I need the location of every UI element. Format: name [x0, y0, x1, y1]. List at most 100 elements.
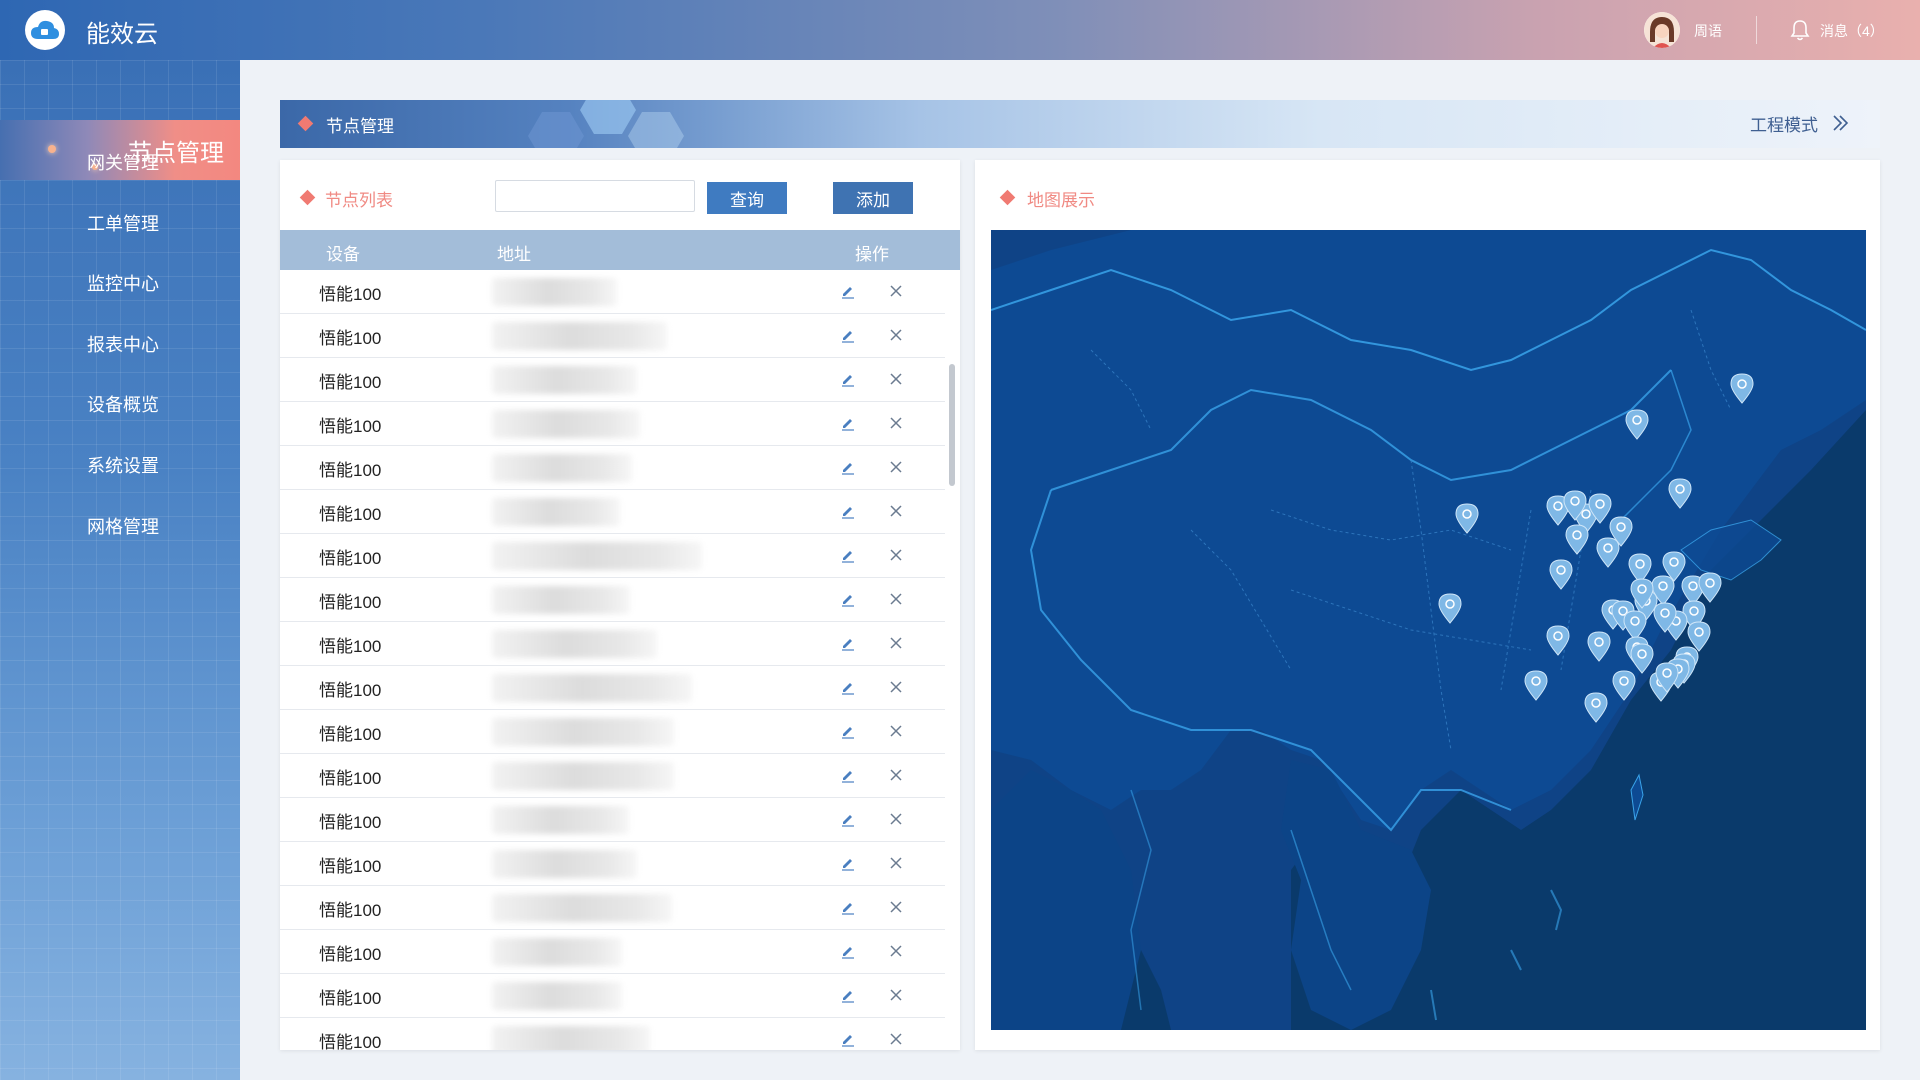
address-cell — [492, 366, 637, 394]
close-icon[interactable] — [890, 725, 902, 737]
close-icon[interactable] — [890, 285, 902, 297]
messages-link[interactable]: 消息（4） — [1820, 21, 1884, 41]
hex-decoration — [628, 112, 684, 148]
device-cell: 悟能100 — [319, 1033, 382, 1050]
sidebar-item-monitor[interactable]: 监控中心 — [87, 270, 159, 296]
pencil-icon[interactable] — [840, 723, 856, 739]
table-row: 悟能100 — [280, 886, 945, 930]
table-row: 悟能100 — [280, 710, 945, 754]
map-view[interactable] — [991, 230, 1866, 1030]
top-bar: 能效云 周语 消息（4） — [0, 0, 1920, 60]
page-title: 节点管理 — [326, 117, 394, 136]
table-row: 悟能100 — [280, 754, 945, 798]
sidebar: 节点管理 网关管理 工单管理 监控中心 报表中心 设备概览 系统设置 网格管理 — [0, 60, 240, 1080]
address-cell — [492, 938, 622, 966]
pencil-icon[interactable] — [840, 899, 856, 915]
column-header-action: 操作 — [855, 245, 889, 264]
table-row: 悟能100 — [280, 666, 945, 710]
address-cell — [492, 1026, 650, 1050]
device-cell: 悟能100 — [319, 285, 382, 304]
close-icon[interactable] — [890, 637, 902, 649]
add-button[interactable]: 添加 — [833, 182, 913, 214]
engineering-mode-link[interactable]: 工程模式 — [1750, 111, 1818, 136]
close-icon[interactable] — [890, 857, 902, 869]
header-divider — [1756, 16, 1757, 44]
pencil-icon[interactable] — [840, 459, 856, 475]
hex-decoration — [580, 100, 636, 134]
close-icon[interactable] — [890, 1033, 902, 1045]
address-cell — [492, 542, 702, 570]
close-icon[interactable] — [890, 461, 902, 473]
pencil-icon[interactable] — [840, 767, 856, 783]
search-input[interactable] — [495, 180, 695, 212]
table-row: 悟能100 — [280, 842, 945, 886]
device-cell: 悟能100 — [319, 681, 382, 700]
device-cell: 悟能100 — [319, 725, 382, 744]
close-icon[interactable] — [890, 549, 902, 561]
sidebar-item-gateway[interactable]: 网关管理 — [87, 149, 159, 175]
map-panel: 地图展示 — [975, 160, 1880, 1050]
table-header: 设备 地址 操作 — [280, 230, 960, 270]
address-cell — [492, 322, 667, 350]
address-cell — [492, 674, 692, 702]
pencil-icon[interactable] — [840, 855, 856, 871]
device-cell: 悟能100 — [319, 901, 382, 920]
close-icon[interactable] — [890, 505, 902, 517]
avatar[interactable] — [1644, 12, 1680, 48]
pencil-icon[interactable] — [840, 503, 856, 519]
close-icon[interactable] — [890, 681, 902, 693]
close-icon[interactable] — [890, 417, 902, 429]
query-button[interactable]: 查询 — [707, 182, 787, 214]
pencil-icon[interactable] — [840, 547, 856, 563]
device-cell: 悟能100 — [319, 549, 382, 568]
table-body: 悟能100 悟能100 悟能100 悟能100 悟能100 悟能100 悟能100 悟能100… — [280, 270, 945, 1050]
close-icon[interactable] — [890, 901, 902, 913]
address-cell — [492, 718, 674, 746]
device-cell: 悟能100 — [319, 329, 382, 348]
close-icon[interactable] — [890, 945, 902, 957]
close-icon[interactable] — [890, 989, 902, 1001]
table-scrollbar[interactable] — [949, 364, 955, 486]
hex-decoration — [528, 112, 584, 148]
table-row: 悟能100 — [280, 798, 945, 842]
pencil-icon[interactable] — [840, 679, 856, 695]
close-icon[interactable] — [890, 329, 902, 341]
pencil-icon[interactable] — [840, 327, 856, 343]
device-cell: 悟能100 — [319, 813, 382, 832]
pencil-icon[interactable] — [840, 591, 856, 607]
page-header: 节点管理 — [280, 100, 1880, 148]
pencil-icon[interactable] — [840, 811, 856, 827]
sidebar-item-devices[interactable]: 设备概览 — [87, 391, 159, 417]
address-cell — [492, 982, 622, 1010]
pencil-icon[interactable] — [840, 987, 856, 1003]
address-cell — [492, 630, 657, 658]
diamond-icon — [299, 189, 316, 206]
pencil-icon[interactable] — [840, 635, 856, 651]
address-cell — [492, 586, 630, 614]
pencil-icon[interactable] — [840, 1031, 856, 1047]
app-title: 能效云 — [86, 21, 158, 48]
close-icon[interactable] — [890, 813, 902, 825]
bell-icon[interactable] — [1790, 19, 1810, 46]
user-name[interactable]: 周语 — [1694, 21, 1722, 41]
table-row: 悟能100 — [280, 1018, 945, 1050]
sidebar-item-grid[interactable]: 网格管理 — [87, 513, 159, 539]
close-icon[interactable] — [890, 593, 902, 605]
column-header-device: 设备 — [326, 245, 360, 264]
map-canvas — [991, 230, 1866, 1030]
close-icon[interactable] — [890, 373, 902, 385]
pencil-icon[interactable] — [840, 371, 856, 387]
double-chevron-right-icon[interactable] — [1832, 113, 1850, 133]
pencil-icon[interactable] — [840, 943, 856, 959]
sidebar-item-settings[interactable]: 系统设置 — [87, 452, 159, 478]
table-row: 悟能100 — [280, 446, 945, 490]
sidebar-item-reports[interactable]: 报表中心 — [87, 331, 159, 357]
pencil-icon[interactable] — [840, 415, 856, 431]
sidebar-item-work-order[interactable]: 工单管理 — [87, 210, 159, 236]
address-cell — [492, 410, 640, 438]
circuit-dot-icon — [48, 145, 56, 153]
device-cell: 悟能100 — [319, 637, 382, 656]
close-icon[interactable] — [890, 769, 902, 781]
device-cell: 悟能100 — [319, 989, 382, 1008]
pencil-icon[interactable] — [840, 283, 856, 299]
